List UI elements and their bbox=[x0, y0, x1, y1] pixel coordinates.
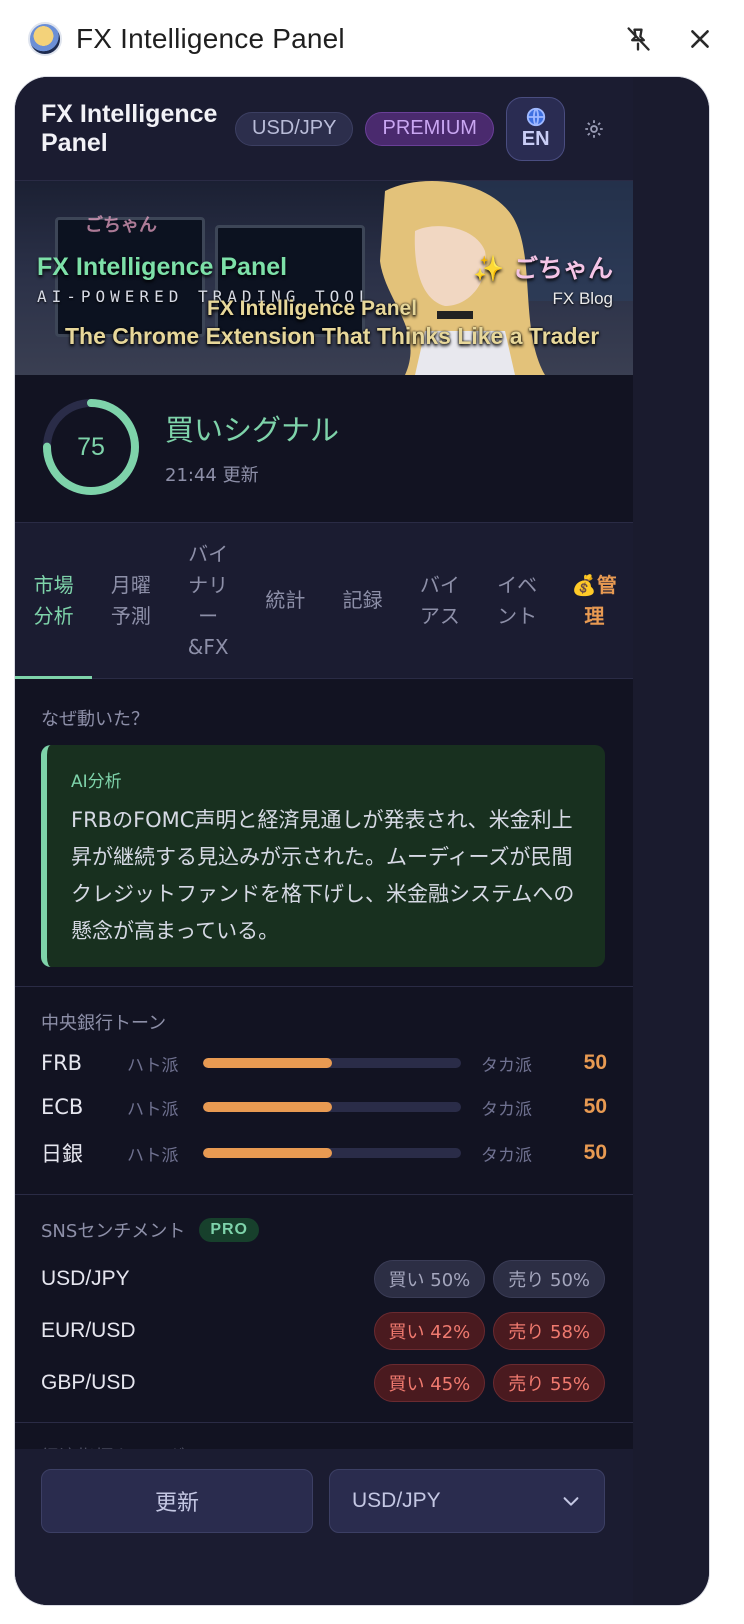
banner-overlay-title: FX Intelligence Panel bbox=[207, 297, 418, 320]
sns-sentiment-header: SNSセンチメント PRO bbox=[41, 1217, 259, 1243]
premium-badge: PREMIUM bbox=[365, 111, 494, 146]
sentiment-row: GBP/USD 買い 45% 売り 55% bbox=[41, 1363, 605, 1403]
hawkish-label: タカ派 bbox=[481, 1055, 532, 1076]
extension-panel: FX Intelligence Panel USD/JPY PREMIUM EN bbox=[15, 77, 633, 1605]
tone-meter bbox=[203, 1102, 461, 1112]
tab-bias[interactable]: バイ アス bbox=[401, 523, 478, 678]
central-bank-name: ECB bbox=[41, 1095, 84, 1119]
panel-footer: 更新 USD/JPY bbox=[15, 1449, 633, 1605]
main-tabs: 市場 分析 月曜 予測 バイ ナリ ー &FX 統計 記録 バイ アス イベ ン… bbox=[15, 523, 633, 679]
sentiment-row: USD/JPY 買い 50% 売り 50% bbox=[41, 1259, 605, 1299]
promo-banner: ごちゃん FX Intelligence Panel AI-POWERED TR… bbox=[15, 181, 633, 375]
banner-brand: ✨ ごちゃん bbox=[473, 254, 613, 283]
ai-analysis-card: AI分析 FRBのFOMC声明と経済見通しが発表され、米金利上昇が継続する見込み… bbox=[41, 745, 605, 967]
dovish-label: ハト派 bbox=[127, 1055, 179, 1076]
tone-value: 50 bbox=[583, 1141, 607, 1164]
signal-updated-time: 21:44 更新 bbox=[165, 465, 259, 486]
tab-records[interactable]: 記録 bbox=[324, 523, 401, 678]
central-bank-row: ECB ハト派 タカ派 50 bbox=[41, 1087, 607, 1127]
gear-icon bbox=[585, 119, 603, 138]
pair-select-value: USD/JPY bbox=[352, 1489, 441, 1512]
central-bank-tone-heading: 中央銀行トーン bbox=[41, 1013, 167, 1034]
tone-value: 50 bbox=[583, 1051, 607, 1074]
panel-header: FX Intelligence Panel USD/JPY PREMIUM EN bbox=[15, 77, 633, 181]
tone-meter bbox=[203, 1148, 461, 1158]
central-bank-row: 日銀 ハト派 タカ派 50 bbox=[41, 1133, 607, 1173]
tab-monday-forecast[interactable]: 月曜 予測 bbox=[92, 523, 169, 678]
tab-market-analysis[interactable]: 市場 分析 bbox=[15, 523, 93, 679]
extension-avatar-icon bbox=[28, 22, 62, 56]
central-bank-row: FRB ハト派 タカ派 50 bbox=[41, 1043, 607, 1083]
tab-statistics[interactable]: 統計 bbox=[247, 523, 324, 678]
signal-summary: 75 買いシグナル 21:44 更新 bbox=[15, 375, 633, 523]
pair-badge: USD/JPY bbox=[235, 111, 354, 146]
sentiment-pair: USD/JPY bbox=[41, 1267, 130, 1290]
tab-binary-fx[interactable]: バイ ナリ ー &FX bbox=[170, 523, 247, 678]
unpin-button[interactable] bbox=[618, 19, 658, 59]
tone-value: 50 bbox=[583, 1095, 607, 1118]
sns-sentiment-heading: SNSセンチメント bbox=[41, 1221, 186, 1242]
language-label: EN bbox=[521, 128, 550, 150]
sell-ratio-chip: 売り 50% bbox=[493, 1260, 605, 1298]
banner-title: FX Intelligence Panel bbox=[37, 253, 288, 281]
buy-ratio-chip: 買い 42% bbox=[373, 1312, 486, 1350]
banner-tagline: The Chrome Extension That Thinks Like a … bbox=[65, 323, 600, 349]
pair-select[interactable]: USD/JPY bbox=[329, 1469, 605, 1533]
side-panel-titlebar: FX Intelligence Panel bbox=[0, 0, 744, 78]
why-moved-section: なぜ動いた？ AI分析 FRBのFOMC声明と経済見通しが発表され、米金利上昇が… bbox=[15, 679, 633, 987]
close-icon bbox=[691, 30, 709, 48]
dovish-label: ハト派 bbox=[127, 1099, 179, 1120]
sell-ratio-chip: 売り 55% bbox=[493, 1364, 605, 1402]
dovish-label: ハト派 bbox=[127, 1145, 179, 1166]
panel-title: FX Intelligence Panel bbox=[41, 99, 218, 157]
side-panel-title: FX Intelligence Panel bbox=[76, 23, 345, 54]
scrollbar-track[interactable] bbox=[633, 77, 709, 1605]
banner-brand-watermark: ごちゃん bbox=[85, 215, 157, 236]
extension-panel-frame: FX Intelligence Panel USD/JPY PREMIUM EN bbox=[14, 76, 710, 1606]
banner-blog-label: FX Blog bbox=[552, 289, 613, 308]
sell-ratio-chip: 売り 58% bbox=[493, 1312, 605, 1350]
tone-meter-fill bbox=[203, 1148, 332, 1158]
unpin-icon bbox=[627, 27, 650, 51]
signal-score: 75 bbox=[77, 432, 105, 461]
language-toggle-button[interactable]: EN bbox=[505, 96, 566, 161]
hawkish-label: タカ派 bbox=[481, 1145, 532, 1166]
tone-meter bbox=[203, 1058, 461, 1068]
tab-management[interactable]: 💰管 理 bbox=[556, 523, 633, 678]
signal-label: 買いシグナル bbox=[165, 413, 340, 447]
sentiment-pair: EUR/USD bbox=[41, 1319, 136, 1342]
ai-analysis-text: FRBのFOMC声明と経済見通しが発表され、米金利上昇が継続する見込みが示された… bbox=[71, 808, 575, 943]
tone-meter-fill bbox=[203, 1058, 332, 1068]
buy-ratio-chip: 買い 50% bbox=[373, 1260, 486, 1298]
why-moved-heading: なぜ動いた？ bbox=[41, 709, 149, 730]
sentiment-pair: GBP/USD bbox=[41, 1371, 136, 1394]
central-bank-tone-section: 中央銀行トーン FRB ハト派 タカ派 50 ECB ハト派 タカ派 50 日銀… bbox=[15, 987, 633, 1195]
refresh-button[interactable]: 更新 bbox=[41, 1469, 313, 1533]
buy-ratio-chip: 買い 45% bbox=[373, 1364, 486, 1402]
chevron-down-icon bbox=[563, 1497, 579, 1506]
tone-meter-fill bbox=[203, 1102, 332, 1112]
tab-events[interactable]: イベ ント bbox=[479, 523, 556, 678]
ai-analysis-heading: AI分析 bbox=[71, 772, 122, 792]
settings-button[interactable] bbox=[577, 112, 611, 146]
globe-icon bbox=[526, 107, 545, 127]
pro-badge: PRO bbox=[199, 1218, 259, 1242]
sns-sentiment-section: SNSセンチメント PRO USD/JPY 買い 50% 売り 50% EUR/… bbox=[15, 1195, 633, 1423]
central-bank-name: 日銀 bbox=[41, 1142, 83, 1166]
hawkish-label: タカ派 bbox=[481, 1099, 532, 1120]
central-bank-name: FRB bbox=[41, 1051, 83, 1075]
sentiment-row: EUR/USD 買い 42% 売り 58% bbox=[41, 1311, 605, 1351]
close-button[interactable] bbox=[680, 19, 720, 59]
